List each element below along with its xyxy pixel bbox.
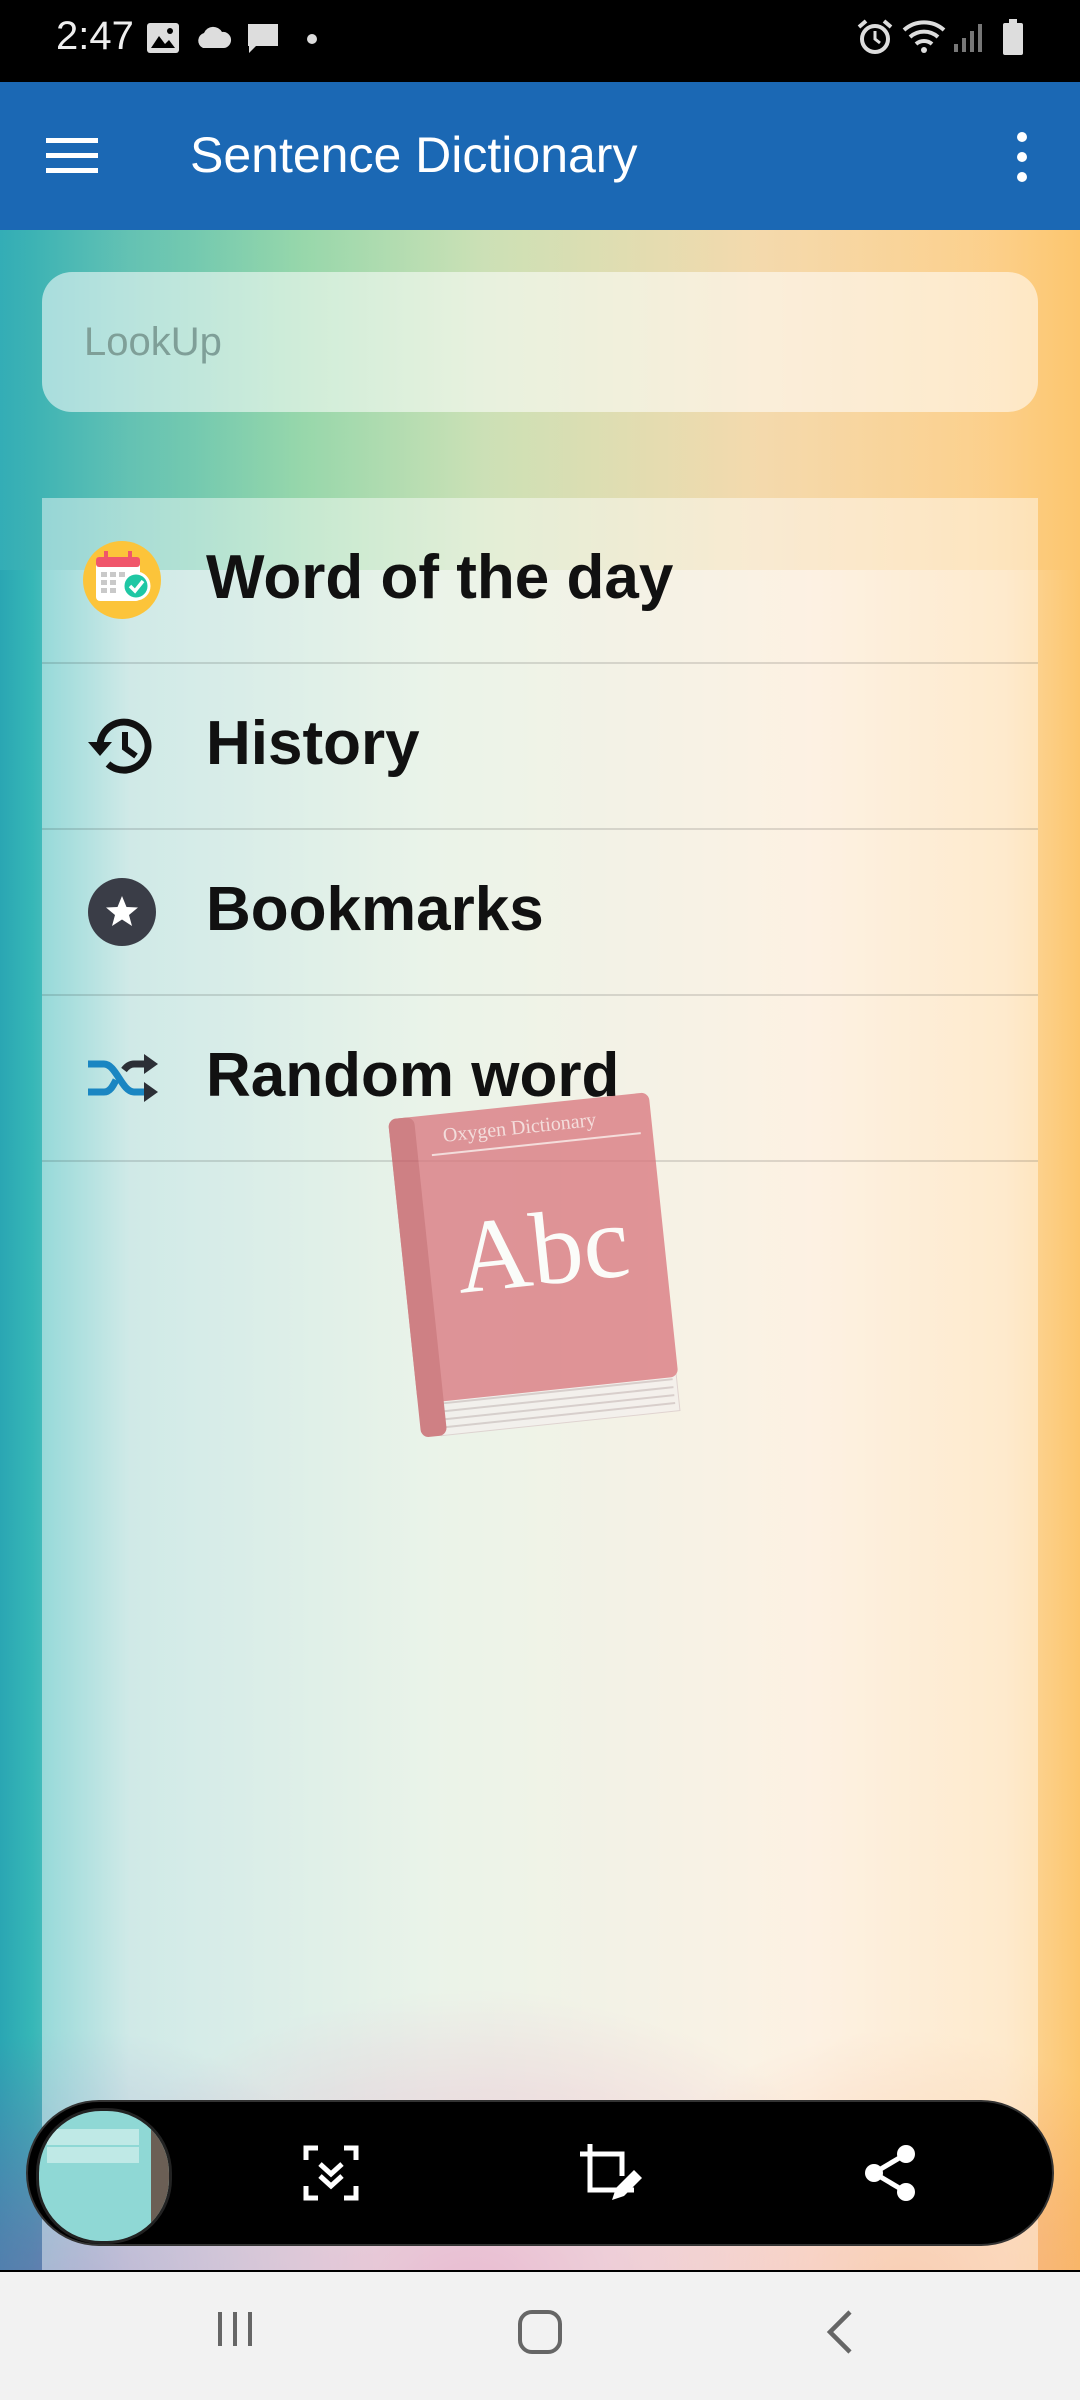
- menu-item-word-of-the-day[interactable]: Word of the day: [42, 498, 1038, 664]
- lookup-search-input[interactable]: [42, 272, 1038, 412]
- menu-item-label: Word of the day: [206, 543, 674, 612]
- screenshot-toolbar: [26, 2100, 1054, 2246]
- share-icon[interactable]: [858, 2140, 924, 2206]
- image-icon: [147, 23, 179, 53]
- cloud-icon: [198, 26, 232, 48]
- alarm-icon: [857, 19, 893, 54]
- app-title: Sentence Dictionary: [190, 127, 638, 183]
- menu-item-history[interactable]: History: [42, 664, 1038, 830]
- crop-edit-icon[interactable]: [576, 2140, 642, 2206]
- home-icon[interactable]: [516, 2308, 564, 2356]
- book-abc-text: Abc: [450, 1183, 634, 1315]
- more-vert-icon[interactable]: [1010, 130, 1034, 184]
- menu-item-label: History: [206, 709, 420, 778]
- signal-icon: [954, 24, 982, 52]
- shuffle-icon: [88, 1054, 158, 1102]
- screenshot-thumbnail[interactable]: [36, 2108, 172, 2244]
- dot-icon: [307, 34, 317, 44]
- menu-item-bookmarks[interactable]: Bookmarks: [42, 830, 1038, 996]
- message-icon: [248, 24, 278, 53]
- back-icon[interactable]: [822, 2308, 858, 2356]
- hamburger-menu-icon[interactable]: [46, 134, 98, 178]
- main-content: Word of the day History Bookmarks: [0, 230, 1080, 2270]
- wifi-icon: [902, 20, 946, 53]
- history-icon: [88, 718, 152, 774]
- status-bar: 2:47: [0, 0, 1080, 82]
- recents-icon[interactable]: [214, 2308, 256, 2350]
- status-time: 2:47: [56, 14, 134, 58]
- navigation-bar: [0, 2272, 1080, 2400]
- battery-icon: [1003, 19, 1023, 55]
- app-bar: Sentence Dictionary: [0, 82, 1080, 230]
- menu-item-label: Bookmarks: [206, 875, 544, 944]
- dictionary-book-illustration: Oxygen Dictionary Abc: [388, 1092, 681, 1437]
- scroll-capture-icon[interactable]: [298, 2140, 364, 2206]
- star-circle-icon: [88, 878, 156, 946]
- calendar-check-icon: [83, 541, 161, 619]
